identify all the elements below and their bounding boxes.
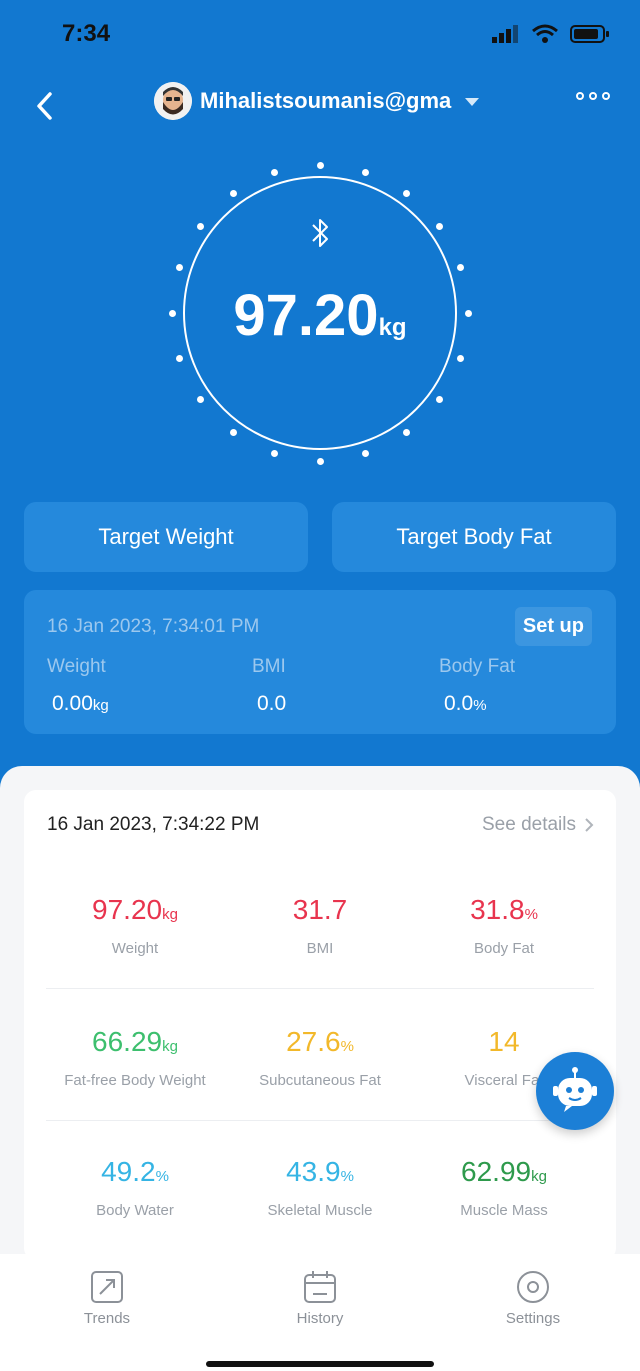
- home-indicator: [206, 1361, 434, 1367]
- target-label-body-fat: Body Fat: [439, 656, 516, 677]
- metric-fat-free-body-weight: 66.29kg Fat-free Body Weight: [40, 1026, 230, 1089]
- metric-weight: 97.20kg Weight: [40, 894, 230, 957]
- chatbot-icon: [553, 1067, 597, 1112]
- target-card-date: 16 Jan 2023, 7:34:01 PM: [47, 616, 260, 637]
- dial-dot: [270, 168, 278, 176]
- dial-dot: [175, 355, 183, 363]
- current-weight: 97.20kg: [165, 282, 475, 349]
- dial-dot: [229, 189, 237, 197]
- dial-dot: [196, 222, 204, 230]
- metric-skeletal-muscle: 43.9% Skeletal Muscle: [225, 1156, 415, 1219]
- metric-value: 31.7: [292, 894, 348, 925]
- dial-dot: [436, 396, 444, 404]
- setup-button[interactable]: Set up: [514, 607, 592, 646]
- current-weight-unit: kg: [378, 314, 407, 341]
- battery-icon: [570, 25, 609, 43]
- tab-settings[interactable]: Settings: [473, 1270, 593, 1327]
- chatbot-button[interactable]: [536, 1052, 614, 1130]
- target-value-bmi: 0.0: [257, 692, 287, 715]
- settings-icon: [517, 1271, 549, 1303]
- bottom-nav: Trends History Settings: [0, 1254, 640, 1371]
- chevron-down-icon: [465, 98, 480, 106]
- metric-label: Body Water: [96, 1202, 174, 1219]
- wifi-icon: [532, 24, 558, 43]
- calendar-icon: [304, 1271, 336, 1303]
- chevron-right-icon: [585, 818, 594, 832]
- dial-dot: [316, 457, 324, 465]
- profile-name: Mihalistsoumanis@gma: [200, 88, 452, 113]
- back-button[interactable]: [30, 86, 70, 126]
- tab-history[interactable]: History: [260, 1270, 380, 1327]
- dial-dot: [403, 189, 411, 197]
- row-divider: [46, 988, 594, 989]
- target-value-weight: 0.00kg: [52, 692, 109, 715]
- profile-selector[interactable]: Mihalistsoumanis@gma: [154, 82, 480, 120]
- metric-value: 49.2%: [101, 1156, 169, 1187]
- dial-dot: [229, 429, 237, 437]
- dial-dot: [457, 355, 465, 363]
- target-weight-button[interactable]: Target Weight: [24, 502, 308, 572]
- target-body-fat-button[interactable]: Target Body Fat: [332, 502, 616, 572]
- target-card: 16 Jan 2023, 7:34:01 PM Set up Weight BM…: [24, 590, 616, 734]
- target-label-weight: Weight: [47, 656, 106, 677]
- dial-dot: [362, 450, 370, 458]
- metric-muscle-mass: 62.99kg Muscle Mass: [409, 1156, 599, 1219]
- trends-icon: [91, 1271, 123, 1303]
- more-button[interactable]: [576, 92, 610, 100]
- weight-dial: 97.20kg: [165, 158, 475, 468]
- dial-dot: [436, 222, 444, 230]
- target-value-body-fat: 0.0%: [444, 692, 487, 715]
- signal-icon: [492, 25, 518, 43]
- dial-dot: [362, 168, 370, 176]
- metric-bmi: 31.7 BMI: [225, 894, 415, 957]
- metric-label: BMI: [306, 940, 334, 957]
- chevron-left-icon: [37, 92, 52, 120]
- metric-value: 66.29kg: [92, 1026, 178, 1057]
- dial-dot: [403, 429, 411, 437]
- tab-trends[interactable]: Trends: [47, 1270, 167, 1327]
- metric-label: Skeletal Muscle: [267, 1202, 373, 1219]
- metric-body-water: 49.2% Body Water: [40, 1156, 230, 1219]
- dial-dot: [270, 450, 278, 458]
- metric-label: Fat-free Body Weight: [64, 1072, 206, 1089]
- metric-label: Subcutaneous Fat: [259, 1072, 381, 1089]
- status-icons: [492, 24, 610, 44]
- dial-dot: [196, 396, 204, 404]
- more-icon: [576, 92, 584, 100]
- target-label-bmi: BMI: [252, 656, 286, 677]
- metric-value: 97.20kg: [92, 894, 178, 925]
- avatar: [154, 82, 192, 120]
- measurement-date: 16 Jan 2023, 7:34:22 PM: [47, 814, 260, 835]
- metric-label: Body Fat: [473, 940, 535, 957]
- status-time: 7:34: [62, 20, 111, 47]
- current-weight-value: 97.20: [233, 283, 379, 348]
- metric-subcutaneous-fat: 27.6% Subcutaneous Fat: [225, 1026, 415, 1089]
- bluetooth-icon: [312, 219, 328, 247]
- metric-label: Weight: [111, 940, 159, 957]
- dial-dot: [457, 263, 465, 271]
- see-details-link[interactable]: See details: [482, 814, 594, 836]
- metric-body-fat: 31.8% Body Fat: [409, 894, 599, 957]
- metric-value: 31.8%: [470, 894, 538, 925]
- metric-value: 27.6%: [286, 1026, 354, 1057]
- row-divider: [46, 1120, 594, 1121]
- metric-value: 62.99kg: [461, 1156, 547, 1187]
- metric-value: 43.9%: [286, 1156, 354, 1187]
- dial-dot: [316, 161, 324, 169]
- measurement-card: 16 Jan 2023, 7:34:22 PM See details 97.2…: [24, 790, 616, 1260]
- dial-dot: [175, 263, 183, 271]
- metric-label: Muscle Mass: [460, 1202, 548, 1219]
